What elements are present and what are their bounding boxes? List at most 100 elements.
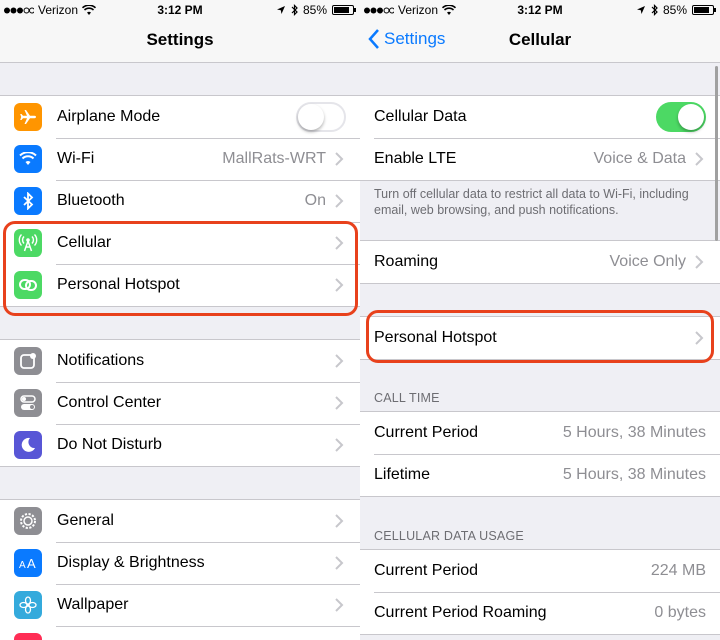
chevron-right-icon [335,556,344,570]
airplane-mode-toggle[interactable] [296,102,346,132]
row-label: Cellular [57,234,112,251]
wifi-icon [14,145,42,173]
row-label: Enable LTE [374,150,457,167]
hotspot-group: Personal Hotspot [360,316,720,360]
cellular-data-toggle[interactable] [656,102,706,132]
chevron-right-icon [335,194,344,208]
location-icon [276,6,285,14]
nav-bar: Settings Cellular [360,20,720,63]
general-group: General AA Display & Brightness Wallpape… [0,499,360,640]
row-label: Lifetime [374,466,431,483]
row-usage-current-period: Current Period 224 MB [360,550,720,592]
chevron-right-icon [335,438,344,452]
svg-text:A: A [19,560,26,570]
cellular-screen: Verizon 3:12 PM 85% Settings Cellular Ce… [360,0,720,640]
row-display-brightness[interactable]: AA Display & Brightness [0,542,360,584]
row-usage-current-roaming: Current Period Roaming 0 bytes [360,592,720,634]
connectivity-group: Airplane Mode Wi-Fi MallRats-WRT Bluetoo… [0,95,360,307]
chevron-right-icon [335,152,344,166]
row-label: Bluetooth [57,192,125,209]
row-bluetooth[interactable]: Bluetooth On [0,180,360,222]
row-wifi[interactable]: Wi-Fi MallRats-WRT [0,138,360,180]
row-label: Notifications [57,352,145,369]
row-label: Wi-Fi [57,150,95,167]
cellular-data-footer: Turn off cellular data to restrict all d… [374,187,689,217]
scroll-indicator[interactable] [715,66,718,241]
battery-icon [692,5,716,15]
page-title: Settings [146,30,214,49]
wifi-network-value: MallRats-WRT [222,150,326,167]
call-lifetime-value: 5 Hours, 38 Minutes [562,466,706,483]
usage-group: Current Period 224 MB Current Period Roa… [360,549,720,635]
row-wallpaper[interactable]: Wallpaper [0,584,360,626]
page-title: Cellular [508,30,572,49]
notifications-icon [14,347,42,375]
row-label: Current Period [374,562,479,579]
row-label: Roaming [374,253,439,270]
bluetooth-status-icon [291,4,298,16]
row-label: Current Period Roaming [374,604,547,621]
enable-lte-value: Voice & Data [593,150,687,167]
usage-header: CELLULAR DATA USAGE [374,529,524,543]
row-call-current-period: Current Period 5 Hours, 38 Minutes [360,412,720,454]
battery-fill [694,7,710,13]
cellular-data-group: Cellular Data Enable LTE Voice & Data [360,95,720,181]
chevron-right-icon [695,152,704,166]
hotspot-icon [14,271,42,299]
battery-icon [332,5,356,15]
row-partial [0,626,360,640]
roaming-value: Voice Only [609,253,686,270]
usage-current-period-value: 224 MB [650,562,706,579]
chevron-right-icon [335,278,344,292]
nav-bar: Settings [0,20,360,63]
settings-screen: Verizon 3:12 PM 85% Settings Airplane Mo… [0,0,360,640]
airplane-icon [14,103,42,131]
row-label: Do Not Disturb [57,436,162,453]
row-roaming[interactable]: Roaming Voice Only [360,241,720,283]
notifications-group: Notifications Control Center Do Not Dist… [0,339,360,467]
call-current-period-value: 5 Hours, 38 Minutes [562,424,706,441]
gear-icon [14,507,42,535]
row-label: Current Period [374,424,479,441]
moon-icon [14,431,42,459]
row-call-lifetime: Lifetime 5 Hours, 38 Minutes [360,454,720,496]
battery-percent: 85% [302,3,327,17]
chevron-right-icon [335,598,344,612]
row-cellular-data[interactable]: Cellular Data [360,96,720,138]
call-time-group: Current Period 5 Hours, 38 Minutes Lifet… [360,411,720,497]
row-control-center[interactable]: Control Center [0,382,360,424]
row-label: Wallpaper [57,596,129,613]
row-general[interactable]: General [0,500,360,542]
chevron-right-icon [695,331,704,345]
wallpaper-icon [14,591,42,619]
chevron-right-icon [335,514,344,528]
chevron-right-icon [335,396,344,410]
row-enable-lte[interactable]: Enable LTE Voice & Data [360,138,720,180]
roaming-group: Roaming Voice Only [360,240,720,284]
chevron-right-icon [335,236,344,250]
row-cellular[interactable]: Cellular [0,222,360,264]
svg-text:A: A [27,556,36,570]
location-icon [636,6,645,14]
sounds-icon [14,633,42,640]
row-label: Airplane Mode [57,108,161,125]
row-personal-hotspot[interactable]: Personal Hotspot [360,317,720,359]
status-bar: Verizon 3:12 PM 85% [0,0,360,20]
chevron-right-icon [695,255,704,269]
bluetooth-icon [14,187,42,215]
status-bar: Verizon 3:12 PM 85% [360,0,720,20]
row-airplane-mode[interactable]: Airplane Mode [0,96,360,138]
row-notifications[interactable]: Notifications [0,340,360,382]
bluetooth-status-icon [651,4,658,16]
display-icon: AA [14,549,42,577]
bluetooth-value: On [304,192,326,209]
chevron-right-icon [335,354,344,368]
cellular-icon [14,229,42,257]
row-label: Control Center [57,394,162,411]
row-do-not-disturb[interactable]: Do Not Disturb [0,424,360,466]
row-personal-hotspot[interactable]: Personal Hotspot [0,264,360,306]
row-label: Personal Hotspot [374,329,497,346]
battery-percent: 85% [662,3,687,17]
row-label: Display & Brightness [57,554,205,571]
battery-fill [334,7,350,13]
